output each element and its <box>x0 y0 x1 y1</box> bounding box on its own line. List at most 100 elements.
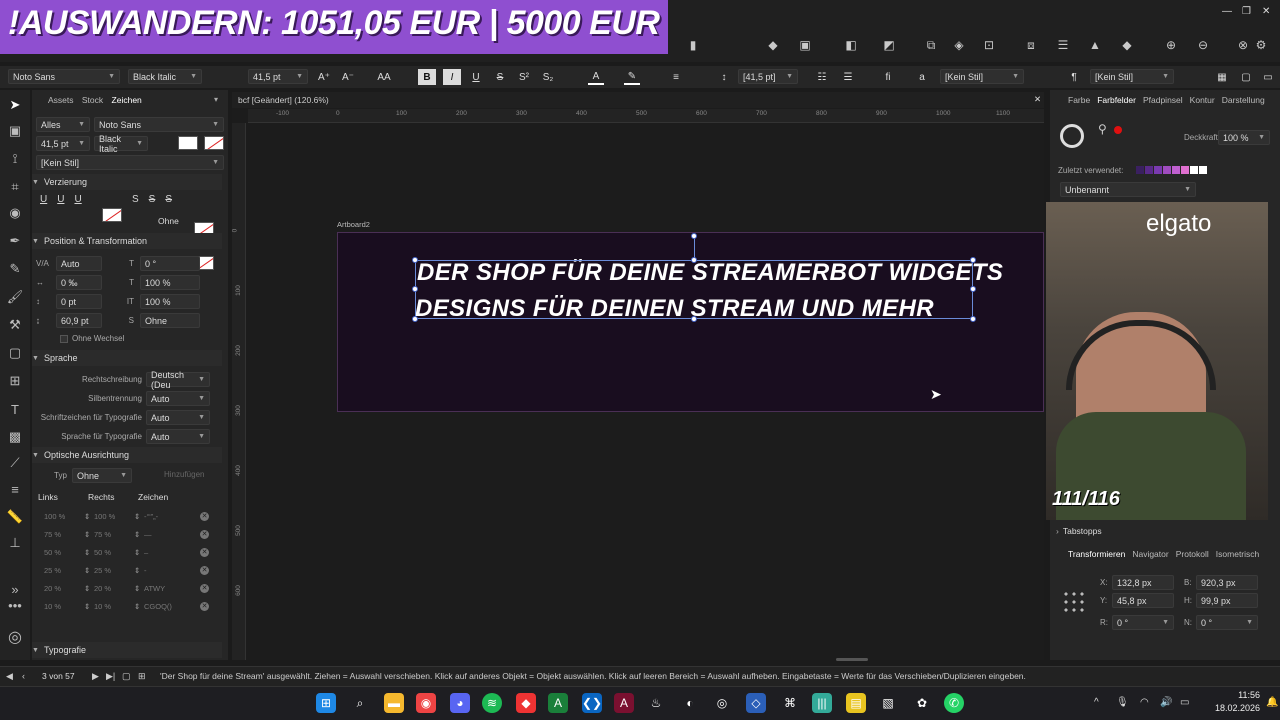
position-field[interactable]: 0 ° <box>140 256 200 271</box>
pencil-tool-icon[interactable]: ✎ <box>6 260 24 278</box>
position-field[interactable]: 0 ‰ <box>56 275 102 290</box>
stepper-icon[interactable]: ⇕ <box>84 548 94 557</box>
w-field[interactable]: 920,3 px <box>1196 575 1258 590</box>
remove-icon[interactable]: ✕ <box>200 511 209 521</box>
stepper-icon[interactable]: ⇕ <box>84 566 94 575</box>
panel-menu-icon[interactable]: ▾ <box>214 95 218 104</box>
remove-icon[interactable]: ✕ <box>200 547 209 557</box>
no-style-select[interactable]: [Kein Stil] ▼ <box>36 155 224 170</box>
optical-chars[interactable]: - <box>144 566 200 575</box>
text-tool-icon[interactable]: T <box>6 400 24 418</box>
highlight-icon[interactable]: ✎ <box>624 69 640 85</box>
tab-transform[interactable]: Transformieren <box>1068 549 1125 559</box>
tab-assets[interactable]: Assets <box>48 95 74 105</box>
section-decoration[interactable]: ▼ Verzierung <box>32 174 222 190</box>
remove-icon[interactable]: ✕ <box>200 529 209 539</box>
ligature-icon[interactable]: fi <box>880 69 896 85</box>
bold-button[interactable]: B <box>418 69 436 85</box>
tab-protokoll[interactable]: Protokoll <box>1176 549 1209 559</box>
eyedropper-icon[interactable]: ⚲ <box>1098 122 1107 136</box>
optical-chars[interactable]: -‘“”„- <box>144 512 200 521</box>
caps-icon[interactable]: AA <box>376 69 392 85</box>
spotify-icon[interactable]: ≋ <box>482 693 502 713</box>
resize-handle[interactable] <box>412 316 418 322</box>
font-style-select[interactable]: Black Italic ▼ <box>128 69 202 84</box>
frame-icon[interactable]: ▭ <box>1260 69 1276 85</box>
wifi-icon[interactable]: ◠ <box>1140 697 1149 708</box>
resize-handle[interactable] <box>691 257 697 263</box>
boolean-icon[interactable]: ⊖ <box>1194 36 1212 54</box>
section-language[interactable]: ▼ Sprache <box>32 350 222 366</box>
mic-icon[interactable]: 🎙 <box>1116 697 1129 708</box>
para-style-select[interactable]: [Kein Stil] ▼ <box>1090 69 1174 84</box>
no-change-checkbox[interactable] <box>60 335 68 343</box>
optical-chars[interactable]: – <box>144 548 200 557</box>
volume-icon[interactable]: 🔊 <box>1160 697 1172 708</box>
optical-left[interactable]: 75 % <box>44 530 84 539</box>
strike-icon[interactable]: S <box>165 194 172 205</box>
font-family-select[interactable]: Noto Sans ▼ <box>8 69 120 84</box>
photos-icon[interactable]: ▧ <box>878 693 898 713</box>
subscript-icon[interactable]: S₂ <box>540 69 556 85</box>
stepper-icon[interactable]: ⇕ <box>134 512 144 521</box>
app-icon[interactable]: ◐ <box>680 693 700 713</box>
optical-right[interactable]: 75 % <box>94 530 134 539</box>
strikethrough-button[interactable]: S <box>492 69 508 85</box>
rectangle-tool-icon[interactable]: ▢ <box>6 344 24 362</box>
text-fill-swatch[interactable] <box>178 136 198 150</box>
anchor-grid-icon[interactable] <box>1062 590 1088 616</box>
tab-kontur[interactable]: Kontur <box>1190 95 1215 105</box>
transform-icon[interactable]: ◈ <box>950 36 968 54</box>
text-color-icon[interactable]: A <box>588 69 604 85</box>
color-swatch[interactable] <box>1136 166 1144 174</box>
whatsapp-icon[interactable]: ✆ <box>944 693 964 713</box>
last-page-icon[interactable]: ▶| <box>106 671 115 682</box>
decoration-swatch[interactable] <box>102 208 122 222</box>
position-field[interactable]: Ohne <box>140 313 200 328</box>
optical-chars[interactable]: ATWY <box>144 584 200 593</box>
leading-select[interactable]: [41,5 pt] ▼ <box>738 69 798 84</box>
chatgpt-icon[interactable]: ✿ <box>912 693 932 713</box>
numbered-list-icon[interactable]: ☰ <box>840 69 856 85</box>
y-field[interactable]: 45,8 px <box>1112 593 1174 608</box>
color-swatch[interactable] <box>1145 166 1153 174</box>
minimize-icon[interactable]: — <box>1222 6 1232 17</box>
node-tool-icon[interactable]: ⟟ <box>6 150 24 168</box>
stamp-tool-icon[interactable]: ⊥ <box>6 534 24 552</box>
current-color-dot[interactable] <box>1114 126 1122 134</box>
pilcrow-icon[interactable]: ¶ <box>1066 69 1082 85</box>
folder-icon[interactable]: ▬ <box>384 693 404 713</box>
optical-left[interactable]: 25 % <box>44 566 84 575</box>
boolean-icon[interactable]: ⊗ <box>1234 36 1252 54</box>
underline-button[interactable]: U <box>468 69 484 85</box>
position-field[interactable]: 100 % <box>140 275 200 290</box>
pages-icon[interactable]: ▢ <box>122 671 131 682</box>
tab-stock[interactable]: Stock <box>82 95 103 105</box>
opacity-select[interactable]: 100 % ▼ <box>1218 130 1270 145</box>
optical-right[interactable]: 50 % <box>94 548 134 557</box>
start-icon[interactable]: ⊞ <box>316 693 336 713</box>
position-field[interactable]: 100 % <box>140 294 200 309</box>
rotate-handle[interactable] <box>691 233 697 239</box>
language-select[interactable]: Auto ▼ <box>146 391 210 406</box>
align-icon[interactable]: ▲ <box>1086 36 1104 54</box>
tabstops-header[interactable]: › Tabstopps <box>1056 526 1102 536</box>
arrange-icon[interactable]: ◩ <box>880 36 898 54</box>
boolean-icon[interactable]: ◆ <box>1118 36 1136 54</box>
stepper-icon[interactable]: ⇕ <box>134 584 144 593</box>
selection-box[interactable] <box>415 260 973 319</box>
tab-darstellung[interactable]: Darstellung <box>1222 95 1265 105</box>
obs-icon[interactable]: ◎ <box>712 693 732 713</box>
close-doc-icon[interactable]: ✕ <box>1034 94 1041 105</box>
discord-icon[interactable]: ◕ <box>450 693 470 713</box>
leading-icon[interactable]: ↕ <box>716 69 732 85</box>
search-icon[interactable]: ⌕ <box>350 693 370 713</box>
remove-icon[interactable]: ✕ <box>200 583 209 593</box>
palette-select[interactable]: Unbenannt ▼ <box>1060 182 1196 197</box>
add-button[interactable]: Hinzufügen <box>164 470 204 479</box>
double-underline-icon[interactable]: U <box>57 194 64 205</box>
stepper-icon[interactable]: ⇕ <box>84 602 94 611</box>
resize-handle[interactable] <box>970 316 976 322</box>
stepper-icon[interactable]: ⇕ <box>134 548 144 557</box>
brush-tool-icon[interactable]: 🖌 <box>6 288 24 306</box>
